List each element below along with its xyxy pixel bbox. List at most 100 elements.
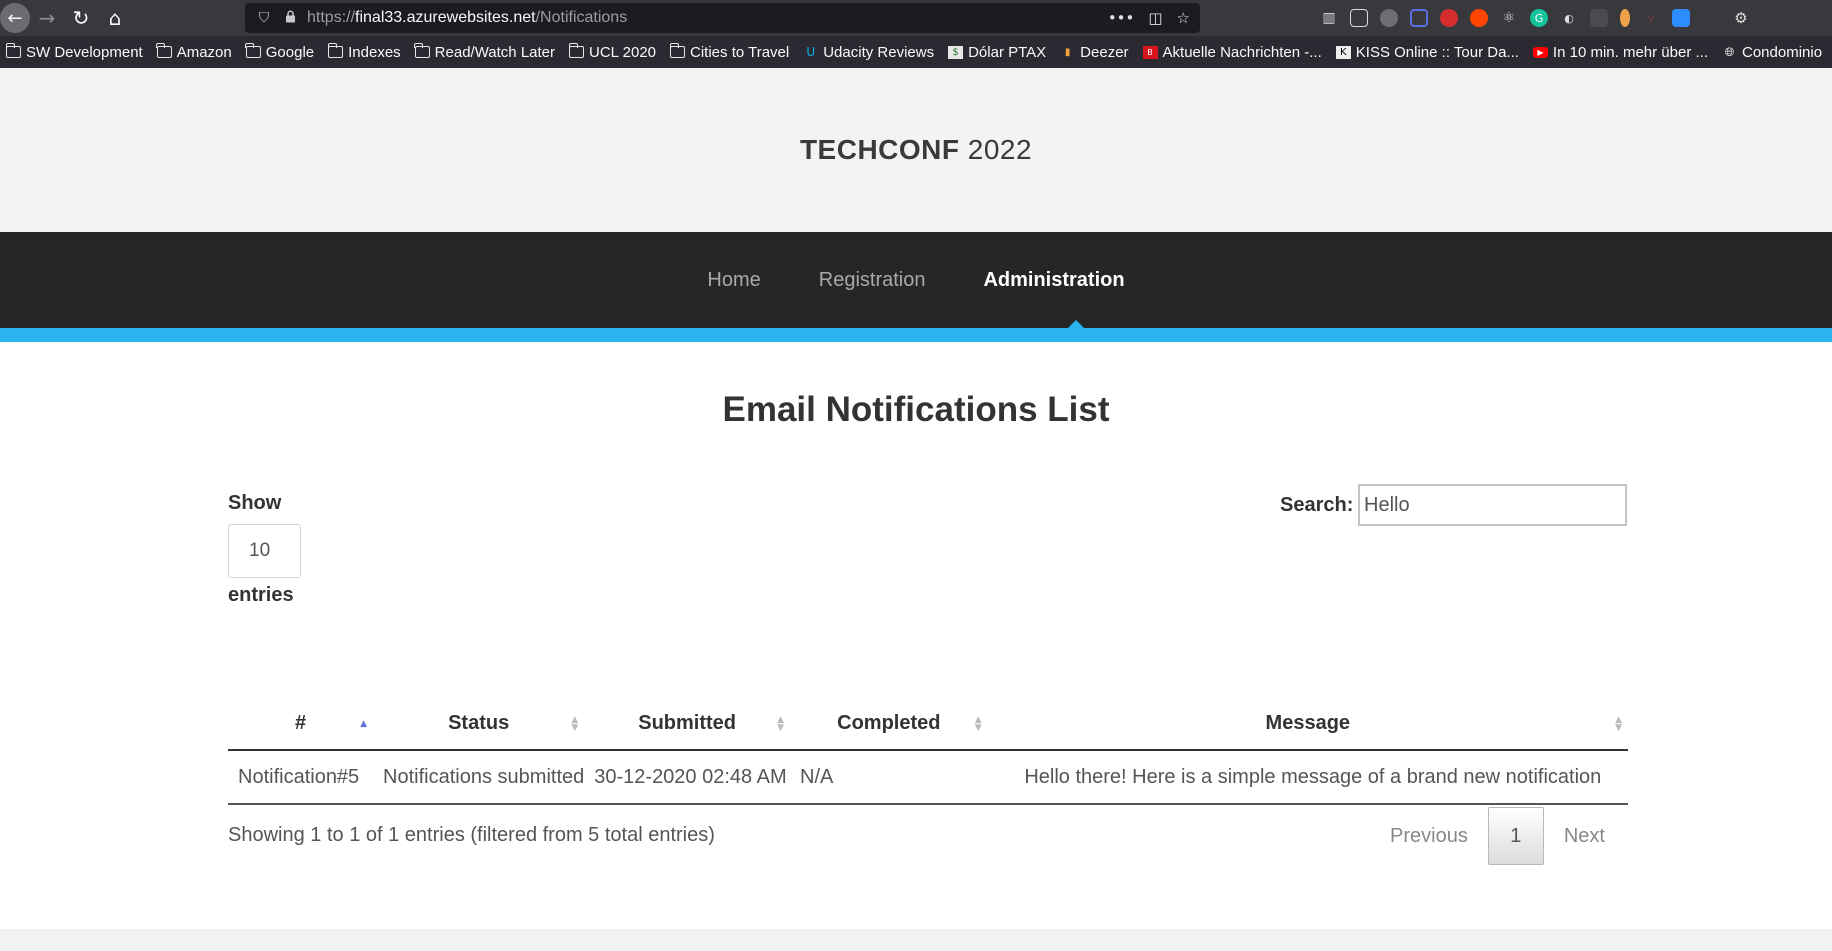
sort-ascending-icon: ▲ xyxy=(360,718,368,729)
bookmark-cities-to-travel[interactable]: Cities to Travel xyxy=(669,43,789,61)
folder-icon xyxy=(5,43,21,58)
table-info: Showing 1 to 1 of 1 entries (filtered fr… xyxy=(228,824,715,846)
search-input[interactable] xyxy=(1358,484,1627,526)
reload-icon: ↻ xyxy=(72,6,90,30)
cell-submitted: 30-12-2020 02:48 AM xyxy=(584,750,791,805)
previous-page-button[interactable]: Previous xyxy=(1370,807,1488,865)
cell-id: Notification#5 xyxy=(228,750,374,805)
bookmark-udacity-reviews[interactable]: U Udacity Reviews xyxy=(803,44,934,61)
bookmark-read-watch-later[interactable]: Read/Watch Later xyxy=(414,43,555,61)
nav-registration[interactable]: Registration xyxy=(819,269,926,292)
cell-status: Notifications submitted xyxy=(373,750,585,805)
bookmarks-bar: SW Development Amazon Google Indexes Rea… xyxy=(0,36,1832,68)
brand-name: TECHCONF xyxy=(799,134,960,165)
bookmark-indexes[interactable]: Indexes xyxy=(327,43,401,61)
home-button[interactable]: ⌂ xyxy=(98,0,132,36)
folder-icon xyxy=(327,43,344,58)
url-host: final33.azurewebsites.net xyxy=(355,9,536,26)
reload-button[interactable]: ↻ xyxy=(64,0,98,36)
next-page-button[interactable]: Next xyxy=(1544,807,1625,865)
arrow-right-icon: → xyxy=(38,6,56,30)
youtube-icon: ▶ xyxy=(1532,46,1548,58)
notifications-table: # ▲ Status ▲ ▼ Submitted ▲ ▼ Completed ▲ ▼ Mess… xyxy=(228,698,1628,805)
bookmark-deezer[interactable]: ▮ Deezer xyxy=(1060,44,1129,61)
nav-administration[interactable]: Administration xyxy=(983,269,1124,292)
site-logo[interactable]: TECHCONF 2022 xyxy=(800,134,1032,166)
entries-label: entries xyxy=(228,584,294,606)
page-actions-icon[interactable]: ••• xyxy=(1108,9,1135,27)
column-header-number[interactable]: # ▲ xyxy=(228,698,374,751)
accent-bar xyxy=(0,328,1832,342)
forward-button[interactable]: → xyxy=(30,0,64,36)
address-bar[interactable]: ⛉ https://final33.azurewebsites.net/Noti… xyxy=(245,3,1200,33)
home-icon: ⌂ xyxy=(108,6,122,30)
column-header-submitted[interactable]: Submitted ▲ ▼ xyxy=(584,698,791,751)
bookmark-ucl-2020[interactable]: UCL 2020 xyxy=(568,43,656,61)
zoom-icon[interactable] xyxy=(1672,9,1690,27)
extension-screenshot-icon[interactable] xyxy=(1410,9,1428,27)
globe-icon: 🌐︎ xyxy=(1724,44,1735,59)
bookmark-kiss-online[interactable]: K KISS Online :: Tour Da... xyxy=(1335,44,1519,61)
extension-toolbar: ▥ ⚛ G ◐ v · ⚙ xyxy=(1320,0,1750,36)
bild-icon: B xyxy=(1142,45,1158,59)
extension-dark-icon[interactable]: ◐ xyxy=(1560,9,1578,27)
folder-icon xyxy=(568,43,585,58)
folder-icon xyxy=(156,43,172,58)
back-button[interactable]: ← xyxy=(0,3,30,33)
bookmark-dolar-ptax[interactable]: $ Dólar PTAX xyxy=(948,44,1046,61)
folder-icon xyxy=(245,43,261,58)
shield-icon[interactable]: ⛉ xyxy=(249,10,279,26)
url-path: /Notifications xyxy=(535,9,628,26)
table-header-row: # ▲ Status ▲ ▼ Submitted ▲ ▼ Completed ▲ ▼ Mess… xyxy=(228,698,1628,751)
main-nav: Home Registration Administration xyxy=(0,232,1832,328)
url-scheme: https:// xyxy=(307,9,356,26)
arrow-left-icon: ← xyxy=(7,7,23,29)
folder-icon xyxy=(669,43,686,58)
kiss-icon: K xyxy=(1335,45,1351,59)
bookmark-star-icon[interactable]: ☆ xyxy=(1177,9,1190,27)
extension-orange-icon[interactable] xyxy=(1620,9,1630,27)
cell-message: Hello there! Here is a simple message of… xyxy=(987,750,1628,805)
adblock-icon[interactable] xyxy=(1440,9,1458,27)
page-1-button[interactable]: 1 xyxy=(1487,807,1544,865)
page-length-select[interactable]: 10 xyxy=(228,524,301,578)
bookmark-condominio[interactable]: 🌐︎ Condominio xyxy=(1722,44,1822,61)
sort-both-icon: ▲ ▼ xyxy=(571,714,579,733)
url-text[interactable]: https://final33.azurewebsites.net/Notifi… xyxy=(301,9,1108,27)
bookmark-youtube-video[interactable]: ▶ In 10 min. mehr über ... xyxy=(1532,44,1708,61)
extension-avatar-icon[interactable] xyxy=(1380,9,1398,27)
pocket-icon[interactable]: ◫ xyxy=(1148,9,1162,27)
cell-completed: N/A xyxy=(790,750,988,805)
browser-toolbar: ← → ↻ ⌂ ⛉ https://final33.azurewebsites.… xyxy=(0,0,1832,36)
page-footer xyxy=(0,929,1832,951)
deezer-icon: ▮ xyxy=(1064,46,1071,58)
reddit-icon[interactable] xyxy=(1470,9,1488,27)
brand-year: 2022 xyxy=(967,134,1033,165)
page-title: Email Notifications List xyxy=(722,390,1110,429)
folder-icon xyxy=(414,43,430,58)
bookmark-aktuelle-nachrichten[interactable]: B Aktuelle Nachrichten -... xyxy=(1142,44,1322,61)
sort-both-icon: ▲ ▼ xyxy=(1615,714,1622,733)
udacity-icon: U xyxy=(806,45,816,59)
react-devtools-icon[interactable]: ⚛ xyxy=(1500,9,1518,27)
column-header-completed[interactable]: Completed ▲ ▼ xyxy=(790,698,988,751)
sort-both-icon: ▲ ▼ xyxy=(974,714,982,733)
extension-faded-icon[interactable]: · xyxy=(1702,9,1720,27)
gear-icon[interactable]: ⚙ xyxy=(1732,9,1750,27)
column-header-message[interactable]: Message ▲ ▼ xyxy=(987,698,1628,751)
show-label: Show xyxy=(228,492,282,514)
lock-icon[interactable] xyxy=(279,10,301,27)
bookmark-amazon[interactable]: Amazon xyxy=(156,43,232,61)
bookmark-google[interactable]: Google xyxy=(245,43,314,61)
grammarly-icon[interactable]: G xyxy=(1530,9,1548,27)
column-header-status[interactable]: Status ▲ ▼ xyxy=(373,698,585,751)
sidebar-icon[interactable] xyxy=(1350,9,1368,27)
extension-red-icon[interactable]: v xyxy=(1642,9,1660,27)
library-icon[interactable]: ▥ xyxy=(1320,9,1338,27)
site-header: TECHCONF 2022 xyxy=(0,68,1832,232)
bookmark-sw-development[interactable]: SW Development xyxy=(5,43,143,61)
pagination: Previous 1 Next xyxy=(1370,807,1625,865)
sort-both-icon: ▲ ▼ xyxy=(777,714,785,733)
extension-grid-icon[interactable] xyxy=(1590,9,1608,27)
nav-home[interactable]: Home xyxy=(707,269,760,292)
